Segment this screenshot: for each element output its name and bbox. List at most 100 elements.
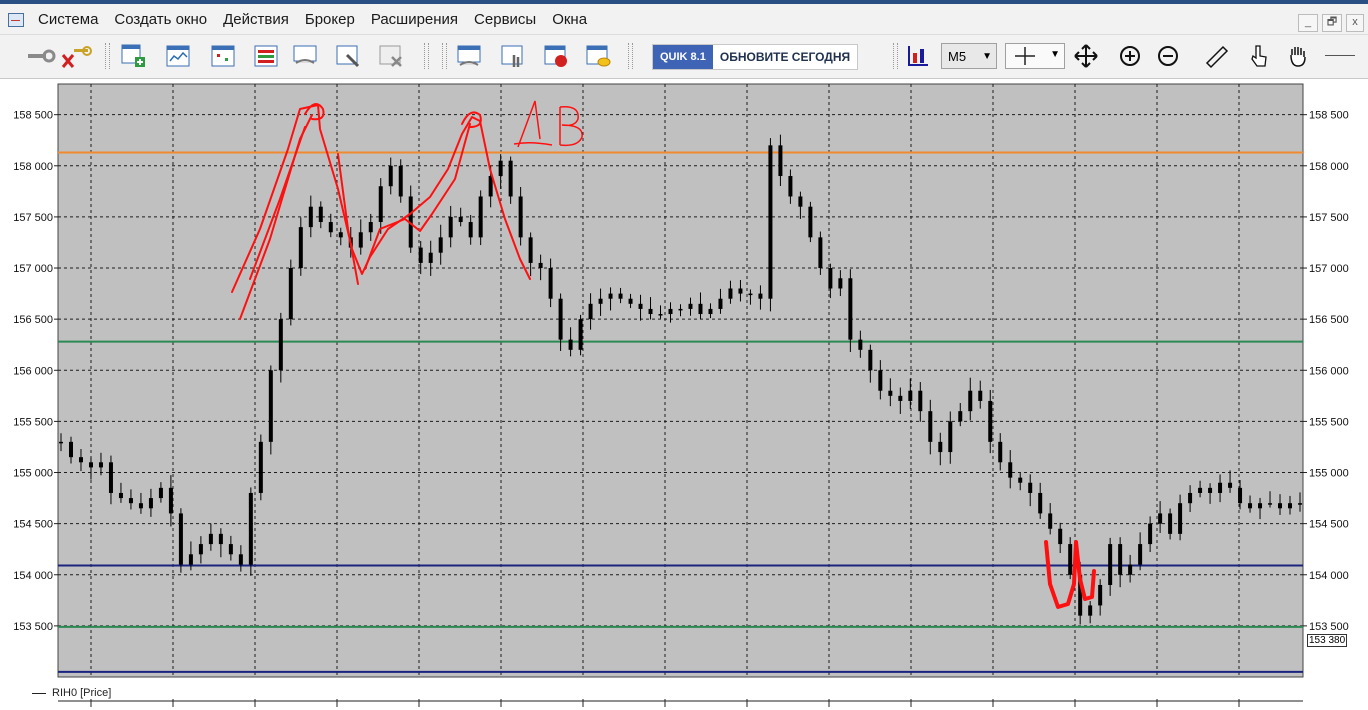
candle-body: [59, 441, 63, 444]
quotes-icon[interactable]: [210, 43, 236, 69]
candle-body: [178, 513, 183, 565]
candle-body: [808, 206, 813, 238]
candle-body: [108, 462, 113, 493]
delete-table-icon[interactable]: [378, 43, 404, 69]
menu-item-broker[interactable]: Брокер: [297, 11, 363, 28]
candle-body: [868, 349, 873, 371]
candle-body: [588, 303, 593, 320]
restore-button[interactable]: 🗗: [1322, 14, 1342, 32]
candle-body: [558, 298, 563, 340]
candle-body: [608, 293, 613, 299]
y-tick-label-left: 157 500: [13, 212, 53, 224]
candle-body: [1258, 503, 1263, 509]
update-banner[interactable]: QUIK 8.1 ОБНОВИТЕ СЕГОДНЯ: [652, 44, 859, 70]
candle-body: [1098, 584, 1103, 606]
menu-item-extensions[interactable]: Расширения: [363, 11, 466, 28]
candle-body: [1198, 487, 1203, 493]
timeframe-value: M5: [948, 49, 967, 64]
candle-body: [1008, 462, 1013, 478]
candle-body: [318, 206, 323, 223]
menu-item-windows[interactable]: Окна: [544, 11, 595, 28]
trade-icon[interactable]: [456, 43, 482, 69]
y-tick-label-right: 154 500: [1309, 519, 1349, 531]
candle-body: [1028, 482, 1033, 493]
candle-body: [748, 293, 753, 296]
main-menu: Система Создать окно Действия Брокер Рас…: [30, 11, 595, 28]
minimize-button[interactable]: _: [1298, 14, 1318, 32]
candle-body: [448, 216, 453, 238]
candle-body: [1208, 487, 1213, 493]
candle-body: [458, 216, 463, 223]
candle-body: [188, 554, 193, 565]
candle-body: [928, 411, 933, 442]
y-tick-label-right: 156 000: [1309, 365, 1349, 377]
candle-body: [548, 268, 553, 299]
chart-area[interactable]: 158 500 158 500 158 000 158 000 157 500 157 5…: [0, 79, 1368, 710]
candle-body: [208, 533, 213, 545]
grab-hand-icon[interactable]: [1285, 43, 1311, 69]
app-icon[interactable]: [8, 13, 24, 27]
key-icon[interactable]: [26, 43, 56, 69]
disconnect-icon[interactable]: [60, 43, 94, 69]
ruler-icon[interactable]: [1203, 43, 1229, 69]
candle-body: [68, 441, 73, 458]
order-hand-icon[interactable]: [500, 43, 526, 69]
candle-body: [398, 165, 403, 197]
menu-item-system[interactable]: Система: [30, 11, 106, 28]
zoom-in-icon[interactable]: [1117, 43, 1143, 69]
candle-body: [668, 308, 673, 315]
candle-body: [998, 441, 1003, 463]
candle-body: [1018, 477, 1023, 483]
candle-body: [1228, 482, 1233, 488]
menu-item-services[interactable]: Сервисы: [466, 11, 544, 28]
toolbar-separator: [424, 43, 429, 69]
candle-body: [528, 237, 533, 263]
deals-icon[interactable]: [292, 43, 318, 69]
candle-body: [328, 222, 333, 233]
stop-order-icon[interactable]: [543, 43, 569, 69]
chart-window-icon[interactable]: [165, 43, 191, 69]
candle-body: [78, 457, 83, 463]
candle-body: [538, 262, 543, 269]
candle-body: [688, 303, 693, 309]
candle-body: [418, 247, 423, 263]
orders-table-icon[interactable]: [253, 43, 279, 69]
y-tick-label-left: 158 000: [13, 161, 53, 173]
price-chart[interactable]: 158 500 158 500 158 000 158 000 157 500 157 5…: [0, 79, 1368, 710]
toolbar-line-tool[interactable]: [1325, 55, 1355, 56]
candle-body: [478, 196, 483, 238]
candle-body: [218, 533, 223, 545]
y-tick-label-left: 154 500: [13, 519, 53, 531]
close-button[interactable]: x: [1346, 14, 1364, 32]
y-tick-label-left: 155 000: [13, 468, 53, 480]
timeframe-select[interactable]: M5 ▼: [941, 43, 997, 69]
last-price-label: 153 380: [1307, 634, 1348, 647]
y-tick-label-right: 156 500: [1309, 314, 1349, 326]
candle-body: [1278, 503, 1283, 509]
candle-body: [508, 160, 513, 197]
candle-body: [1288, 503, 1293, 509]
move-icon[interactable]: [1073, 43, 1099, 69]
candle-body: [758, 293, 763, 299]
toolbar-separator: [442, 43, 447, 69]
pointer-hand-icon[interactable]: [1245, 43, 1271, 69]
chevron-down-icon: ▼: [982, 51, 992, 62]
menu-item-actions[interactable]: Действия: [215, 11, 297, 28]
candle-body: [98, 462, 103, 468]
candle-body: [438, 237, 443, 253]
candle-body: [358, 232, 363, 248]
chart-type-icon[interactable]: [905, 43, 931, 69]
add-table-icon[interactable]: [120, 43, 146, 69]
chart-legend: RIH0 [Price]: [32, 687, 111, 699]
zoom-out-icon[interactable]: [1155, 43, 1181, 69]
candle-body: [678, 308, 683, 311]
candle-body: [638, 303, 643, 309]
y-tick-label-left: 154 000: [13, 570, 53, 582]
settings-icon[interactable]: [335, 43, 361, 69]
portfolio-icon[interactable]: [585, 43, 611, 69]
cursor-mode-select[interactable]: ▼: [1005, 43, 1065, 69]
candle-body: [898, 395, 903, 401]
candle-body: [888, 390, 893, 396]
menu-item-create-window[interactable]: Создать окно: [106, 11, 215, 28]
candle-body: [1158, 513, 1163, 524]
